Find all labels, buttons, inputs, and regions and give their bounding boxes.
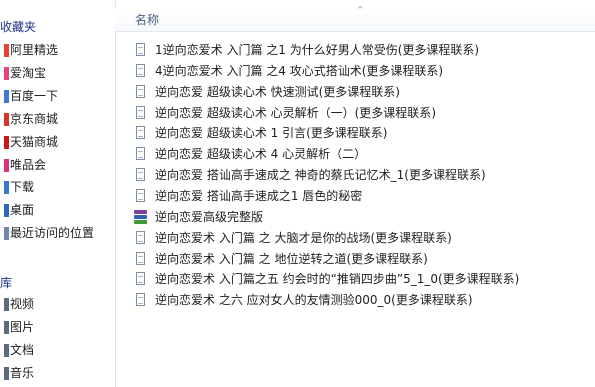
sidebar-item[interactable]: 百度一下	[2, 86, 114, 107]
file-name: 逆向恋爱术 之六 应对女人的友情测验000_0(更多课程联系)	[155, 293, 473, 308]
document-icon	[134, 105, 147, 121]
file-name: 逆向恋爱 超级读心术 快速测试(更多课程联系)	[155, 84, 400, 99]
sidebar-item-label: 百度一下	[10, 88, 59, 103]
music-library-icon	[4, 366, 9, 380]
document-library-icon	[4, 343, 9, 357]
file-name: 逆向恋爱 超级读心术 心灵解析（一）(更多课程联系)	[155, 105, 436, 120]
link-icon	[4, 112, 9, 126]
navigation-pane: 收藏夹 阿里精选 爱淘宝 百度一下 京东商城 天猫商城 唯品会 下载 桌面 最近访问的位置 库 …	[0, 0, 116, 387]
file-name: 逆向恋爱 搭讪高手速成之1 唇色的秘密	[155, 188, 363, 203]
file-name: 逆向恋爱术 入门篇 之 大脑才是你的战场(更多课程联系)	[155, 230, 452, 245]
document-icon	[134, 84, 147, 100]
document-icon	[134, 147, 147, 162]
picture-library-icon	[4, 320, 9, 334]
sidebar-item-label: 唯品会	[10, 157, 47, 172]
document-icon	[134, 168, 147, 183]
file-name: 1逆向恋爱术 入门篇 之1 为什么好男人常受伤(更多课程联系)	[155, 43, 480, 57]
link-icon	[4, 66, 9, 80]
document-icon	[134, 251, 147, 267]
file-name: 逆向恋爱 超级读心术 1 引言(更多课程联系)	[155, 126, 388, 141]
sidebar-item-label: 视频	[10, 297, 35, 311]
sidebar-item-label: 最近访问的位置	[10, 226, 95, 241]
file-name: 4逆向恋爱术 入门篇 之4 攻心式搭讪术(更多课程联系)	[155, 63, 444, 78]
sort-ascending-icon: ^	[357, 5, 364, 14]
sidebar-item[interactable]: 爱淘宝	[2, 63, 114, 84]
recent-places-icon	[4, 227, 9, 241]
sidebar-item[interactable]: 下载	[2, 177, 114, 198]
sidebar-item[interactable]: 视频	[2, 294, 114, 315]
download-folder-icon	[4, 181, 9, 195]
sidebar-item[interactable]: 唯品会	[2, 155, 114, 176]
link-icon	[4, 158, 9, 172]
document-icon	[134, 188, 147, 204]
sidebar-item-label: 阿里精选	[10, 43, 59, 57]
sidebar-item-label: 图片	[10, 319, 35, 334]
sidebar-item[interactable]: 京东商城	[2, 109, 114, 130]
document-icon	[134, 293, 147, 308]
file-name: 逆向恋爱 超级读心术 4 心灵解析（二）	[155, 147, 367, 162]
sidebar-item[interactable]: 图片	[2, 317, 114, 338]
rar-archive-icon	[134, 209, 147, 225]
name-column-label: 名称	[135, 13, 160, 27]
link-icon	[4, 89, 9, 103]
document-icon	[134, 63, 147, 79]
sidebar-item-label: 音乐	[10, 365, 35, 380]
sidebar-item[interactable]: 最近访问的位置	[2, 223, 114, 244]
document-icon	[134, 43, 147, 58]
sidebar-item[interactable]: 阿里精选	[2, 40, 114, 61]
sidebar-item-label: 爱淘宝	[10, 65, 47, 80]
sidebar-item-label: 京东商城	[10, 111, 59, 126]
sidebar-item-label: 桌面	[10, 203, 35, 218]
link-icon	[4, 44, 9, 57]
sidebar-item[interactable]: 天猫商城	[2, 132, 114, 153]
file-name: 逆向恋爱 搭讪高手速成之 神奇的蔡氏记忆术_1(更多课程联系)	[155, 168, 486, 183]
sidebar-item[interactable]: 文档	[2, 340, 114, 361]
file-name: 逆向恋爱术 入门篇 之 地位逆转之道(更多课程联系)	[155, 251, 428, 266]
favorites-heading[interactable]: 收藏夹	[0, 17, 36, 37]
file-name: 逆向恋爱高级完整版	[155, 209, 264, 224]
video-library-icon	[4, 298, 9, 311]
sidebar-item[interactable]: 桌面	[2, 200, 114, 221]
column-header-row: 名称 ^	[115, 5, 595, 32]
name-column-header[interactable]: 名称 ^	[119, 5, 595, 31]
desktop-icon	[4, 204, 9, 218]
link-icon	[4, 135, 9, 149]
libraries-heading[interactable]: 库	[0, 273, 12, 293]
document-icon	[134, 126, 147, 141]
document-icon	[134, 230, 147, 246]
document-icon	[134, 272, 147, 287]
file-name: 逆向恋爱术 入门篇之五 约会时的“推销四步曲”5_1_0(更多课程联系)	[155, 272, 520, 287]
sidebar-item-label: 下载	[10, 180, 35, 195]
sidebar-item-label: 天猫商城	[10, 134, 59, 149]
sidebar-item[interactable]: 音乐	[2, 363, 114, 384]
file-list-pane: 名称 ^ 1逆向恋爱术 入门篇 之1 为什么好男人常受伤(更多课程联系) 4逆向恋…	[115, 0, 595, 387]
sidebar-item-label: 文档	[10, 342, 35, 357]
